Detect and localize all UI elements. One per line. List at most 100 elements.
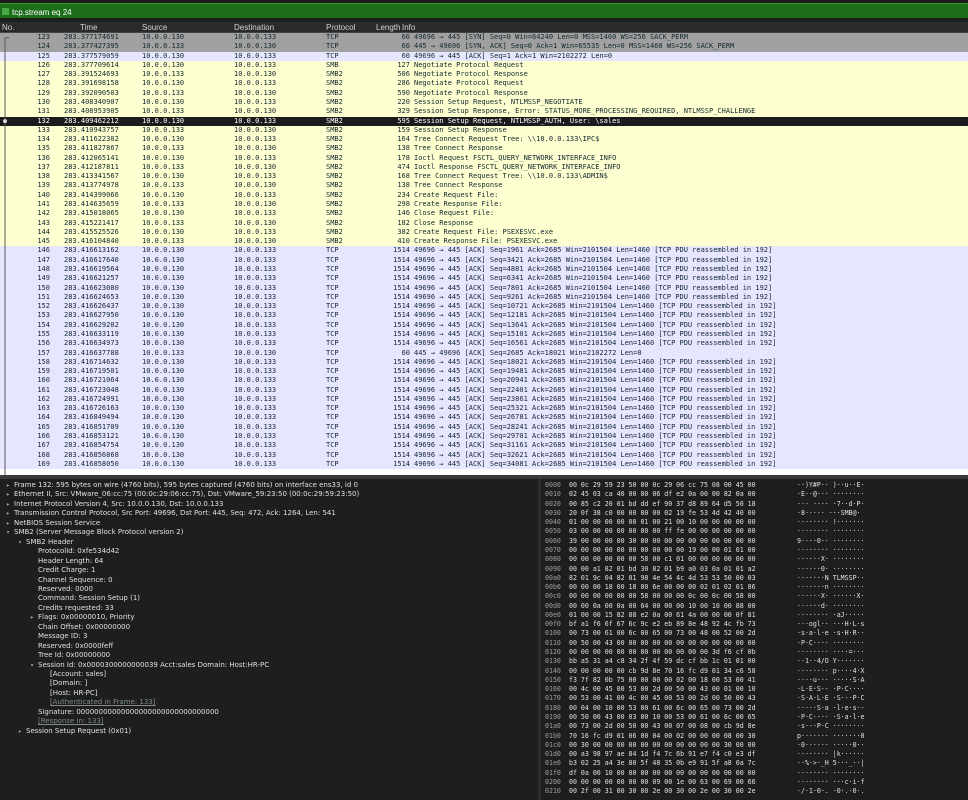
detail-tree-item[interactable]: Session Id: 0x0000300000000039 Acct:sale… [38,661,269,670]
packet-row[interactable]: 168 283.416856868 10.0.0.130 10.0.0.133 TCP 1… [0,450,968,460]
packet-row[interactable]: 127 283.391524693 10.0.0.133 10.0.0.130 SMB2… [0,70,968,80]
packet-row[interactable]: 165 283.416851709 10.0.0.130 10.0.0.133 TCP 1… [0,422,968,433]
detail-tree-item[interactable]: Reserved: 0x0000feff [38,642,113,651]
detail-tree-item[interactable]: NetBIOS Session Service [14,519,100,528]
detail-tree-item[interactable]: Signature: 00000000000000000000000000000… [38,708,219,717]
packet-row[interactable]: 123 283.377174691 10.0.0.130 10.0.0.133 TCP 6… [0,33,968,43]
detail-tree-item[interactable]: Internet Protocol Version 4, Src: 10.0.0… [14,500,223,509]
packet-row[interactable]: 147 283.416617640 10.0.0.130 10.0.0.133 TCP 1… [0,255,968,265]
detail-tree-item[interactable]: Reserved: 0000 [38,585,93,594]
packet-row[interactable]: 159 283.416719501 10.0.0.130 10.0.0.133 TCP 1… [0,367,968,377]
detail-tree-item[interactable]: Credits requested: 33 [38,604,114,613]
packet-row[interactable]: 160 283.416721064 10.0.0.130 10.0.0.133 TCP 1… [0,376,968,386]
detail-tree-item[interactable]: SMB2 (Server Message Block Protocol vers… [14,528,183,537]
packet-row[interactable]: 153 283.416627950 10.0.0.130 10.0.0.133 TCP 1… [0,311,968,321]
packet-row[interactable]: 138 283.413341567 10.0.0.130 10.0.0.133 SMB2… [0,172,968,182]
detail-tree-item[interactable]: [Response in: 133] [38,717,104,726]
column-header-info[interactable]: Info [402,23,415,32]
packet-row[interactable]: 125 283.377579059 10.0.0.130 10.0.0.133 TCP 6… [0,51,968,61]
detail-tree-item[interactable]: [Authenticated in Frame: 133] [50,698,156,707]
packet-row[interactable]: 124 283.377427395 10.0.0.133 10.0.0.130 TCP 6… [0,42,968,52]
detail-tree-item[interactable]: Ethernet II, Src: VMware_06:cc:75 (00:0c… [14,490,359,499]
packet-row[interactable]: 134 283.411622302 10.0.0.130 10.0.0.133 SMB2… [0,135,968,145]
packet-row[interactable]: 154 283.416629202 10.0.0.130 10.0.0.133 TCP 1… [0,320,968,330]
collapse-arrow-icon[interactable]: ▾ [28,661,36,670]
packet-row[interactable]: 169 283.416858050 10.0.0.130 10.0.0.133 TCP 1… [0,459,968,470]
packet-row[interactable]: 145 283.416104840 10.0.0.133 10.0.0.130 SMB2… [0,237,968,247]
packet-bytes-pane[interactable]: 0000 00 0c 29 59 23 50 00 0c 29 06 cc 75 … [541,479,968,800]
packet-row[interactable]: 139 283.413774978 10.0.0.133 10.0.0.130 SMB2… [0,181,968,191]
packet-row[interactable]: 152 283.416626437 10.0.0.130 10.0.0.133 TCP 1… [0,302,968,312]
packet-row[interactable]: 146 283.416613162 10.0.0.130 10.0.0.133 TCP 1… [0,246,968,256]
packet-row[interactable]: 149 283.416621257 10.0.0.130 10.0.0.133 TCP 1… [0,274,968,284]
packet-row[interactable]: 130 283.408340907 10.0.0.130 10.0.0.133 SMB2… [0,97,968,108]
detail-tree-item[interactable]: [Domain: ] [50,679,87,688]
packet-row[interactable]: 128 283.391698158 10.0.0.130 10.0.0.133 SMB2… [0,79,968,89]
packet-row[interactable]: 135 283.411827867 10.0.0.133 10.0.0.130 SMB2… [0,144,968,154]
detail-tree-item[interactable]: Flags: 0x00000010, Priority [38,613,135,622]
packet-row[interactable]: 141 283.414635659 10.0.0.133 10.0.0.130 SMB2… [0,200,968,210]
packet-row[interactable]: 136 283.412065141 10.0.0.130 10.0.0.133 SMB2… [0,153,968,163]
detail-tree-item[interactable]: Message ID: 3 [38,632,87,641]
detail-tree-item[interactable]: [Account: sales] [50,670,106,679]
bookmark-icon[interactable] [2,8,9,15]
detail-tree-item[interactable]: Session Setup Request (0x01) [26,727,131,736]
packet-row[interactable]: 137 283.412187811 10.0.0.133 10.0.0.130 SMB2… [0,162,968,173]
detail-tree-item[interactable]: Command: Session Setup (1) [38,594,140,603]
packet-length: 1514 [393,292,410,301]
packet-row[interactable]: 129 283.392090503 10.0.0.133 10.0.0.130 SMB2… [0,88,968,98]
display-filter-input[interactable]: tcp.stream eq 24 [0,3,968,18]
packet-row[interactable]: 144 283.415525526 10.0.0.130 10.0.0.133 SMB2… [0,227,968,238]
packet-info: 49696 → 445 [ACK] Seq=26781 Ack=2685 Win… [414,413,777,422]
packet-row[interactable]: 155 283.416633119 10.0.0.130 10.0.0.133 TCP 1… [0,329,968,340]
expand-arrow-icon[interactable]: ▸ [28,613,36,622]
packet-row[interactable]: 143 283.415221417 10.0.0.133 10.0.0.130 SMB2… [0,218,968,228]
collapse-arrow-icon[interactable]: ▾ [16,538,24,547]
packet-row[interactable]: 164 283.416849494 10.0.0.130 10.0.0.133 TCP 1… [0,413,968,423]
expand-arrow-icon[interactable]: ▸ [4,519,12,528]
packet-row[interactable]: 142 283.415018065 10.0.0.130 10.0.0.133 SMB2… [0,209,968,219]
packet-row[interactable]: 163 283.416726163 10.0.0.130 10.0.0.133 TCP 1… [0,404,968,414]
column-header-length[interactable]: Length [376,23,400,32]
expand-arrow-icon[interactable]: ▸ [4,490,12,499]
column-header-protocol[interactable]: Protocol [326,23,355,32]
expand-arrow-icon[interactable]: ▸ [16,727,24,736]
packet-row[interactable]: 148 283.416619564 10.0.0.130 10.0.0.133 TCP 1… [0,265,968,275]
packet-list[interactable]: 123 283.377174691 10.0.0.130 10.0.0.133 TCP 6… [0,33,968,475]
packet-row[interactable]: 166 283.416853121 10.0.0.130 10.0.0.133 TCP 1… [0,432,968,442]
packet-row[interactable]: 126 283.377709614 10.0.0.130 10.0.0.133 SMB 1… [0,60,968,71]
packet-row[interactable]: 167 283.416854754 10.0.0.130 10.0.0.133 TCP 1… [0,441,968,451]
packet-row[interactable]: 150 283.416623080 10.0.0.130 10.0.0.133 TCP 1… [0,283,968,293]
packet-row[interactable]: 140 283.414399066 10.0.0.130 10.0.0.133 SMB2… [0,190,968,201]
detail-tree-item[interactable]: Channel Sequence: 0 [38,576,113,585]
column-header-time[interactable]: Time [80,23,97,32]
packet-info: 49696 → 445 [ACK] Seq=7801 Ack=2685 Win=… [414,283,773,292]
detail-tree-item[interactable]: SMB2 Header [26,538,73,547]
detail-tree-item[interactable]: [Host: HR-PC] [50,689,97,698]
packet-row[interactable]: 156 283.416634973 10.0.0.130 10.0.0.133 TCP 1… [0,339,968,349]
expand-arrow-icon[interactable]: ▸ [4,481,12,490]
detail-tree-item[interactable]: Transmission Control Protocol, Src Port:… [14,509,336,518]
detail-tree-item[interactable]: Credit Charge: 1 [38,566,95,575]
packet-row[interactable]: 131 283.408953905 10.0.0.133 10.0.0.130 SMB2… [0,107,968,117]
expand-arrow-icon[interactable]: ▸ [4,500,12,509]
packet-row[interactable]: 151 283.416624653 10.0.0.130 10.0.0.133 TCP 1… [0,292,968,303]
detail-tree-item[interactable]: Header Length: 64 [38,557,103,566]
packet-row[interactable]: 157 283.416637788 10.0.0.133 10.0.0.130 TCP 6… [0,348,968,358]
packet-destination: 10.0.0.130 [234,218,277,227]
packet-row[interactable]: 161 283.416723048 10.0.0.130 10.0.0.133 TCP 1… [0,385,968,395]
packet-row[interactable]: 162 283.416724991 10.0.0.130 10.0.0.133 TCP 1… [0,394,968,405]
expand-arrow-icon[interactable]: ▸ [4,509,12,518]
column-header-no[interactable]: No. [2,23,14,32]
detail-tree-item[interactable]: Tree Id: 0x00000000 [38,651,110,660]
collapse-arrow-icon[interactable]: ▾ [4,528,12,537]
packet-row[interactable]: 133 283.410943757 10.0.0.133 10.0.0.130 SMB2… [0,125,968,136]
packet-details-tree[interactable]: ▸ Frame 132: 595 bytes on wire (4760 bits… [0,479,538,800]
packet-row-selected[interactable]: 132 283.409462212 10.0.0.130 10.0.0.133 SMB2… [0,116,968,126]
packet-row[interactable]: 158 283.416714632 10.0.0.130 10.0.0.133 TCP 1… [0,357,968,368]
column-header-destination[interactable]: Destination [234,23,274,32]
column-header-source[interactable]: Source [142,23,167,32]
detail-tree-item[interactable]: Chain Offset: 0x00000000 [38,623,130,632]
detail-tree-item[interactable]: ProtocolId: 0xfe534d42 [38,547,119,556]
detail-tree-item[interactable]: Frame 132: 595 bytes on wire (4760 bits)… [14,481,358,490]
